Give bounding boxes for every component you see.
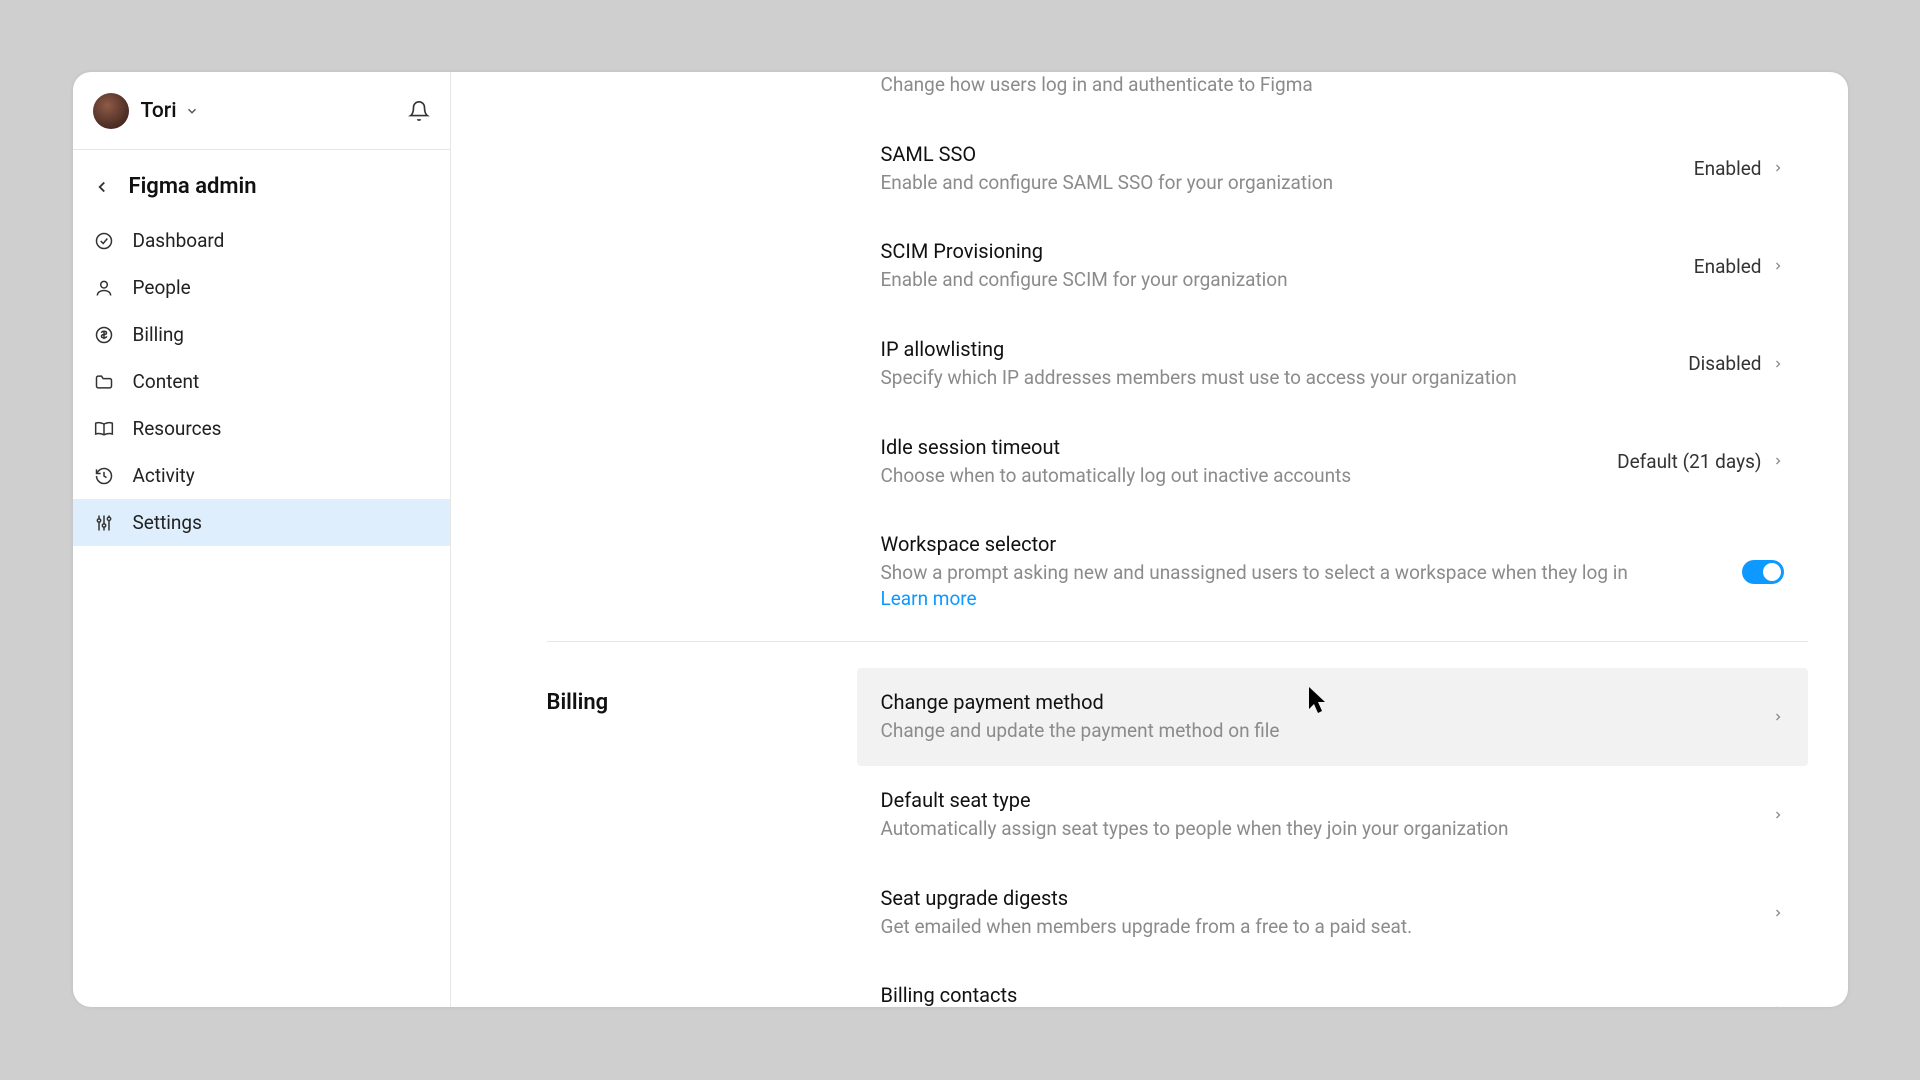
- person-icon: [93, 277, 115, 299]
- row-saml-sso[interactable]: SAML SSO Enable and configure SAML SSO f…: [857, 120, 1808, 218]
- chevron-down-icon[interactable]: [185, 104, 199, 118]
- dollar-icon: [93, 324, 115, 346]
- sidebar-item-label: Dashboard: [133, 229, 225, 252]
- row-desc: Automatically assign seat types to peopl…: [881, 816, 1752, 842]
- row-authentication[interactable]: Change how users log in and authenticate…: [857, 72, 1808, 120]
- row-desc: Get emailed when members upgrade from a …: [881, 914, 1752, 940]
- sidebar-item-billing[interactable]: Billing: [73, 311, 450, 358]
- sliders-icon: [93, 512, 115, 534]
- sidebar-item-resources[interactable]: Resources: [73, 405, 450, 452]
- row-desc: Change and update the payment method on …: [881, 718, 1752, 744]
- row-idle-timeout[interactable]: Idle session timeout Choose when to auto…: [857, 413, 1808, 511]
- login-rows: Change how users log in and authenticate…: [857, 72, 1808, 641]
- sidebar-nav: Dashboard People Billing Content: [73, 217, 450, 546]
- row-desc: Show a prompt asking new and unassigned …: [881, 560, 1722, 611]
- row-billing-contacts[interactable]: Billing contacts Choose who gets email n…: [857, 961, 1808, 1007]
- row-desc: Choose when to automatically log out ina…: [881, 463, 1598, 489]
- row-title: Default seat type: [881, 788, 1752, 812]
- chevron-right-icon: [1772, 1001, 1784, 1007]
- row-desc: Enable and configure SCIM for your organ…: [881, 267, 1674, 293]
- sidebar-item-dashboard[interactable]: Dashboard: [73, 217, 450, 264]
- billing-rows: Change payment method Change and update …: [857, 642, 1808, 1007]
- sidebar-item-settings[interactable]: Settings: [73, 499, 450, 546]
- sidebar-item-activity[interactable]: Activity: [73, 452, 450, 499]
- sidebar-item-label: Billing: [133, 323, 184, 346]
- workspace-selector-toggle[interactable]: [1742, 560, 1784, 584]
- status-label: Default (21 days): [1617, 450, 1761, 473]
- chevron-right-icon: [1772, 708, 1784, 726]
- chevron-right-icon: [1772, 806, 1784, 824]
- row-desc: Enable and configure SAML SSO for your o…: [881, 170, 1674, 196]
- status-label: Disabled: [1688, 352, 1761, 375]
- section-billing: Billing Change payment method Change and…: [547, 641, 1808, 1007]
- row-title: Workspace selector: [881, 532, 1722, 556]
- row-change-payment[interactable]: Change payment method Change and update …: [857, 668, 1808, 766]
- sidebar-section-header[interactable]: Figma admin: [73, 150, 450, 217]
- row-seat-upgrade-digests[interactable]: Seat upgrade digests Get emailed when me…: [857, 864, 1808, 962]
- status-label: Enabled: [1694, 157, 1762, 180]
- row-title: Change payment method: [881, 690, 1752, 714]
- sidebar-item-people[interactable]: People: [73, 264, 450, 311]
- sidebar-item-label: Resources: [133, 417, 222, 440]
- section-login: Change how users log in and authenticate…: [547, 72, 1808, 641]
- bell-icon[interactable]: [408, 100, 430, 122]
- row-workspace-selector[interactable]: Workspace selector Show a prompt asking …: [857, 510, 1808, 641]
- section-heading-billing: Billing: [547, 642, 857, 1007]
- book-icon: [93, 418, 115, 440]
- sidebar: Tori Figma admin Dashboard: [73, 72, 451, 1007]
- row-scim[interactable]: SCIM Provisioning Enable and configure S…: [857, 217, 1808, 315]
- folder-icon: [93, 371, 115, 393]
- back-icon[interactable]: [93, 178, 111, 196]
- status-label: Enabled: [1694, 255, 1762, 278]
- avatar[interactable]: [93, 93, 129, 129]
- chevron-right-icon: [1772, 452, 1784, 470]
- main-panel: Change how users log in and authenticate…: [451, 72, 1848, 1007]
- admin-window: Tori Figma admin Dashboard: [73, 72, 1848, 1007]
- sidebar-item-label: Settings: [133, 511, 202, 534]
- sidebar-item-label: People: [133, 276, 191, 299]
- row-title: SAML SSO: [881, 142, 1674, 166]
- user-name: Tori: [141, 99, 177, 123]
- row-title: Seat upgrade digests: [881, 886, 1752, 910]
- row-title: IP allowlisting: [881, 337, 1669, 361]
- sidebar-item-label: Content: [133, 370, 200, 393]
- row-title: Billing contacts: [881, 983, 1752, 1007]
- row-title: Idle session timeout: [881, 435, 1598, 459]
- settings-content: Change how users log in and authenticate…: [451, 72, 1848, 1007]
- chevron-right-icon: [1772, 257, 1784, 275]
- sidebar-item-label: Activity: [133, 464, 195, 487]
- row-desc-text: Show a prompt asking new and unassigned …: [881, 561, 1628, 584]
- section-heading-login: [547, 72, 857, 641]
- chevron-right-icon: [1772, 904, 1784, 922]
- chevron-right-icon: [1772, 355, 1784, 373]
- row-desc: Specify which IP addresses members must …: [881, 365, 1669, 391]
- row-desc: Change how users log in and authenticate…: [881, 72, 1752, 98]
- sidebar-title: Figma admin: [129, 174, 257, 199]
- row-title: SCIM Provisioning: [881, 239, 1674, 263]
- history-icon: [93, 465, 115, 487]
- row-ip-allowlist[interactable]: IP allowlisting Specify which IP address…: [857, 315, 1808, 413]
- chevron-right-icon: [1772, 159, 1784, 177]
- sidebar-item-content[interactable]: Content: [73, 358, 450, 405]
- check-circle-icon: [93, 230, 115, 252]
- row-default-seat-type[interactable]: Default seat type Automatically assign s…: [857, 766, 1808, 864]
- learn-more-link[interactable]: Learn more: [881, 587, 977, 610]
- sidebar-header[interactable]: Tori: [73, 72, 450, 150]
